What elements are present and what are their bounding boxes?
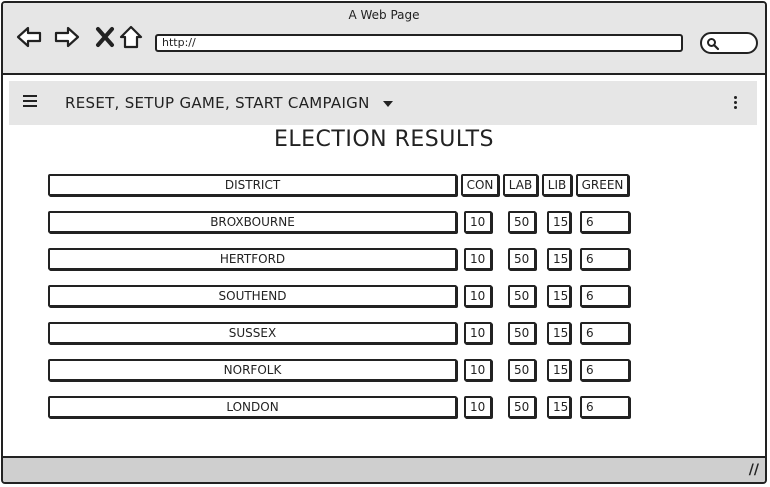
- home-icon[interactable]: [117, 23, 145, 51]
- lib-value-field[interactable]: 15: [547, 359, 571, 381]
- district-cell: HERTFORD: [48, 248, 457, 270]
- con-value-field[interactable]: 10: [464, 211, 492, 233]
- lab-value-field[interactable]: 50: [508, 248, 536, 270]
- window-title: A Web Page: [348, 8, 420, 22]
- district-cell: NORFOLK: [48, 359, 457, 381]
- green-value-field[interactable]: 6: [580, 322, 630, 344]
- green-value-field[interactable]: 6: [580, 359, 630, 381]
- stop-icon[interactable]: [91, 23, 119, 51]
- green-value-field[interactable]: 6: [580, 211, 630, 233]
- header-district: DISTRICT: [48, 174, 457, 196]
- district-cell: LONDON: [48, 396, 457, 418]
- search-icon: [707, 38, 720, 51]
- hamburger-menu-icon[interactable]: [23, 95, 37, 109]
- browser-titlebar: A Web Page http://: [3, 3, 765, 75]
- search-field[interactable]: [700, 32, 758, 54]
- address-bar[interactable]: http://: [155, 34, 683, 52]
- lib-value-field[interactable]: 15: [547, 285, 571, 307]
- green-value-field[interactable]: 6: [580, 396, 630, 418]
- header-lib: LIB: [542, 174, 572, 196]
- district-cell: BROXBOURNE: [48, 211, 457, 233]
- lab-value-field[interactable]: 50: [508, 396, 536, 418]
- lab-value-field[interactable]: 50: [508, 322, 536, 344]
- con-value-field[interactable]: 10: [464, 359, 492, 381]
- district-cell: SUSSEX: [48, 322, 457, 344]
- browser-window: A Web Page http:// RESET, SETUP GAME, ST…: [1, 1, 767, 484]
- lib-value-field[interactable]: 15: [547, 248, 571, 270]
- district-cell: SOUTHEND: [48, 285, 457, 307]
- header-con: CON: [461, 174, 499, 196]
- green-value-field[interactable]: 6: [580, 248, 630, 270]
- menu-bar: RESET, SETUP GAME, START CAMPAIGN: [9, 81, 757, 125]
- lab-value-field[interactable]: 50: [508, 285, 536, 307]
- more-options-icon[interactable]: [734, 96, 737, 111]
- page-title: ELECTION RESULTS: [274, 127, 494, 152]
- con-value-field[interactable]: 10: [464, 285, 492, 307]
- con-value-field[interactable]: 10: [464, 322, 492, 344]
- header-green: GREEN: [576, 174, 629, 196]
- lib-value-field[interactable]: 15: [547, 396, 571, 418]
- con-value-field[interactable]: 10: [464, 248, 492, 270]
- chevron-down-icon[interactable]: [383, 101, 393, 107]
- forward-icon[interactable]: [53, 23, 81, 51]
- resize-grip-icon[interactable]: //: [749, 462, 759, 478]
- back-icon[interactable]: [15, 23, 43, 51]
- lab-value-field[interactable]: 50: [508, 359, 536, 381]
- con-value-field[interactable]: 10: [464, 396, 492, 418]
- menu-dropdown-label[interactable]: RESET, SETUP GAME, START CAMPAIGN: [65, 94, 370, 112]
- lab-value-field[interactable]: 50: [508, 211, 536, 233]
- lib-value-field[interactable]: 15: [547, 322, 571, 344]
- header-lab: LAB: [503, 174, 538, 196]
- status-bar: //: [3, 456, 765, 482]
- lib-value-field[interactable]: 15: [547, 211, 571, 233]
- green-value-field[interactable]: 6: [580, 285, 630, 307]
